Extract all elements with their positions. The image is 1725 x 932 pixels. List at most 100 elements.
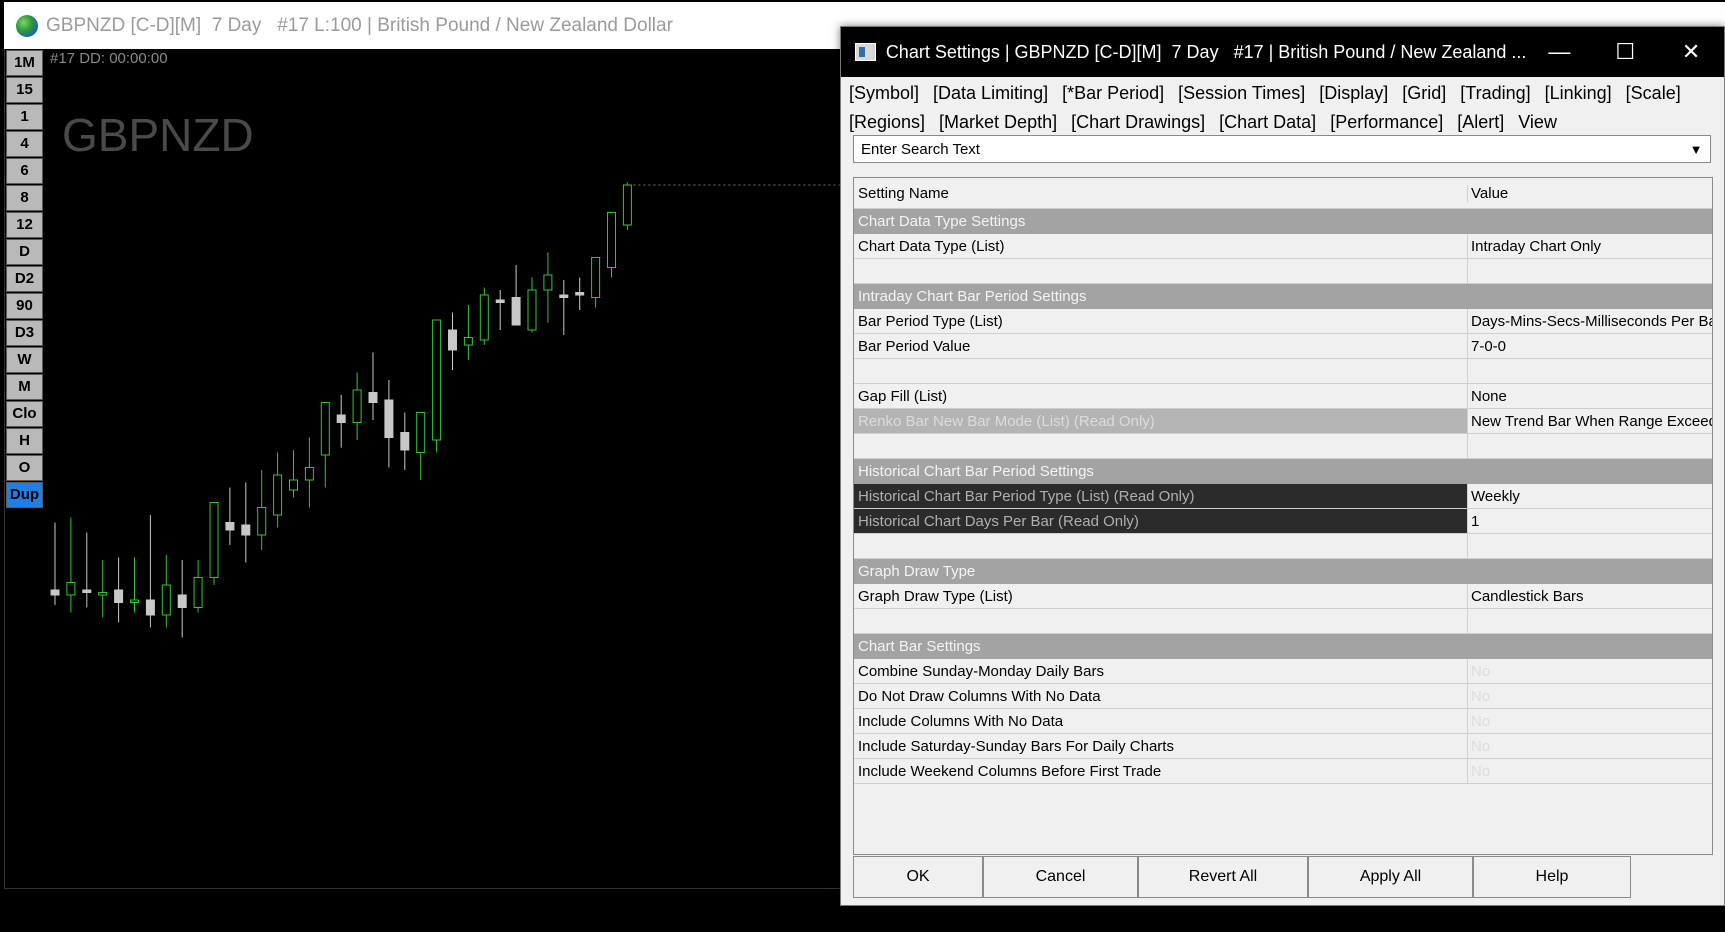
table-row[interactable]: Chart Data Type (List) Intraday Chart Onl… <box>854 234 1712 259</box>
category-grid[interactable]: [Grid] <box>1402 79 1446 108</box>
setting-value[interactable]: New Trend Bar When Range Exceeded <box>1468 409 1712 433</box>
cancel-button[interactable]: Cancel <box>983 856 1138 898</box>
category-scale[interactable]: [Scale] <box>1626 79 1681 108</box>
category-performance[interactable]: [Performance] <box>1330 108 1443 137</box>
setting-value[interactable]: Intraday Chart Only <box>1468 234 1712 258</box>
setting-value[interactable]: No <box>1468 684 1712 708</box>
category-trading[interactable]: [Trading] <box>1460 79 1530 108</box>
category-chart-data[interactable]: [Chart Data] <box>1219 108 1316 137</box>
category-view[interactable]: View <box>1518 108 1557 137</box>
setting-value[interactable]: Candlestick Bars <box>1468 584 1712 608</box>
setting-value[interactable] <box>1468 609 1712 633</box>
setting-name <box>854 359 1468 383</box>
setting-name: Intraday Chart Bar Period Settings <box>858 288 1087 305</box>
ok-button[interactable]: OK <box>853 856 983 898</box>
period-button-d[interactable]: D <box>6 239 43 265</box>
period-button-15[interactable]: 15 <box>6 77 43 103</box>
period-button-90[interactable]: 90 <box>6 293 43 319</box>
setting-value[interactable] <box>1468 434 1712 458</box>
setting-value[interactable]: No <box>1468 659 1712 683</box>
setting-value[interactable]: 1 <box>1468 509 1712 533</box>
period-button-8[interactable]: 8 <box>6 185 43 211</box>
candle-body <box>400 432 410 451</box>
period-button-m[interactable]: M <box>6 374 43 400</box>
table-row[interactable]: Include Columns With No Data No <box>854 709 1712 734</box>
section-header-row: Intraday Chart Bar Period Settings <box>854 284 1712 309</box>
table-row[interactable]: Include Weekend Columns Before First Tra… <box>854 759 1712 784</box>
period-button-4[interactable]: 4 <box>6 131 43 157</box>
setting-value[interactable]: Days-Mins-Secs-Milliseconds Per Bar <box>1468 309 1712 333</box>
category-market-depth[interactable]: [Market Depth] <box>939 108 1057 137</box>
category-regions[interactable]: [Regions] <box>849 108 925 137</box>
dialog-button-bar: OK Cancel Revert All Apply All Help <box>853 856 1713 898</box>
candle-body <box>145 599 155 616</box>
period-button-dup[interactable]: Dup <box>6 482 43 508</box>
setting-value[interactable] <box>1468 534 1712 558</box>
period-button-d3[interactable]: D3 <box>6 320 43 346</box>
setting-name: Historical Chart Bar Period Settings <box>858 463 1094 480</box>
table-row[interactable]: Include Saturday-Sunday Bars For Daily C… <box>854 734 1712 759</box>
help-button[interactable]: Help <box>1473 856 1631 898</box>
category-alert[interactable]: [Alert] <box>1457 108 1504 137</box>
period-button-d2[interactable]: D2 <box>6 266 43 292</box>
close-button[interactable]: ✕ <box>1658 27 1724 77</box>
table-row[interactable]: Gap Fill (List) None <box>854 384 1712 409</box>
candle-body <box>98 592 108 596</box>
table-row[interactable]: Historical Chart Days Per Bar (Read Only… <box>854 509 1712 534</box>
column-header-value: Value <box>1471 184 1509 202</box>
category-bar-period[interactable]: [*Bar Period] <box>1062 79 1164 108</box>
dialog-titlebar[interactable]: Chart Settings | GBPNZD [C-D][M] 7 Day #… <box>841 27 1724 77</box>
table-row[interactable]: Bar Period Value 7-0-0 <box>854 334 1712 359</box>
table-row[interactable]: Renko Bar New Bar Mode (List) (Read Only… <box>854 409 1712 434</box>
section-header-row: Historical Chart Bar Period Settings <box>854 459 1712 484</box>
category-symbol[interactable]: [Symbol] <box>849 79 919 108</box>
candle-body <box>320 402 330 456</box>
candle-body <box>50 589 60 596</box>
table-row <box>854 434 1712 459</box>
category-data-limiting[interactable]: [Data Limiting] <box>933 79 1048 108</box>
chart-app-icon <box>855 43 876 61</box>
candle-body <box>543 274 553 291</box>
table-row[interactable]: Combine Sunday-Monday Daily Bars No <box>854 659 1712 684</box>
search-combobox[interactable]: Enter Search Text ▼ <box>853 135 1711 163</box>
setting-value[interactable]: No <box>1468 734 1712 758</box>
setting-name <box>854 609 1468 633</box>
table-row[interactable]: Bar Period Type (List) Days-Mins-Secs-Mil… <box>854 309 1712 334</box>
candle-body <box>304 467 314 481</box>
category-display[interactable]: [Display] <box>1319 79 1388 108</box>
setting-value[interactable]: None <box>1468 384 1712 408</box>
period-button-1m[interactable]: 1M <box>6 50 43 76</box>
chevron-down-icon[interactable]: ▼ <box>1682 136 1710 162</box>
table-row[interactable]: Graph Draw Type (List) Candlestick Bars <box>854 584 1712 609</box>
minimize-button[interactable]: — <box>1526 27 1592 77</box>
setting-value[interactable]: Weekly <box>1468 484 1712 508</box>
setting-value[interactable]: 7-0-0 <box>1468 334 1712 358</box>
setting-value[interactable] <box>1468 359 1712 383</box>
period-button-6[interactable]: 6 <box>6 158 43 184</box>
candle-body <box>177 594 187 608</box>
apply-all-button[interactable]: Apply All <box>1308 856 1473 898</box>
search-input[interactable]: Enter Search Text <box>854 141 1682 158</box>
period-button-clo[interactable]: Clo <box>6 401 43 427</box>
period-button-w[interactable]: W <box>6 347 43 373</box>
table-row[interactable]: Do Not Draw Columns With No Data No <box>854 684 1712 709</box>
period-button-12[interactable]: 12 <box>6 212 43 238</box>
setting-value[interactable]: No <box>1468 759 1712 783</box>
table-row[interactable]: Historical Chart Bar Period Type (List) … <box>854 484 1712 509</box>
category-session-times[interactable]: [Session Times] <box>1178 79 1305 108</box>
maximize-button[interactable]: ☐ <box>1592 27 1658 77</box>
category-linking[interactable]: [Linking] <box>1545 79 1612 108</box>
period-button-1[interactable]: 1 <box>6 104 43 130</box>
revert-all-button[interactable]: Revert All <box>1138 856 1308 898</box>
period-button-h[interactable]: H <box>6 428 43 454</box>
candle-body <box>193 577 203 608</box>
candle-body <box>527 289 537 331</box>
category-menu-row-2: [Regions] [Market Depth] [Chart Drawings] [… <box>849 108 1719 137</box>
period-button-o[interactable]: O <box>6 455 43 481</box>
setting-value[interactable] <box>1468 259 1712 283</box>
setting-value[interactable]: No <box>1468 709 1712 733</box>
candle-body <box>432 319 442 441</box>
category-chart-drawings[interactable]: [Chart Drawings] <box>1071 108 1205 137</box>
candle-body <box>114 589 124 603</box>
candle-body <box>241 524 251 536</box>
